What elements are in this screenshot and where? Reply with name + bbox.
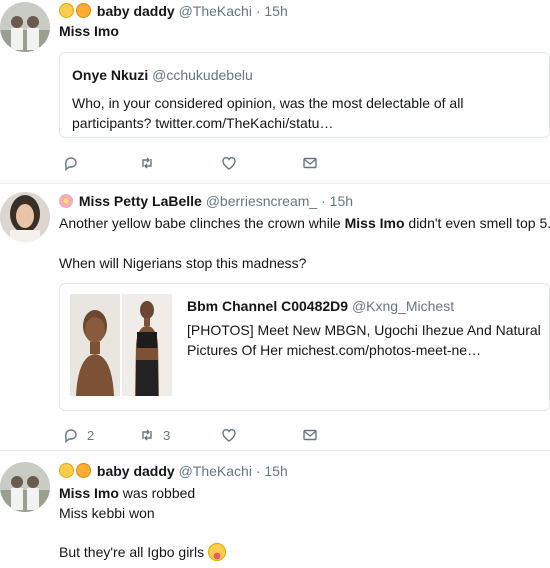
tweet-text-part: didn't even smell top 5. <box>404 215 550 231</box>
author-handle[interactable]: @TheKachi <box>179 463 252 479</box>
timestamp[interactable]: 15h <box>330 193 353 209</box>
tweet-text: Miss Imo <box>59 23 119 39</box>
tongue-emoji-icon <box>207 543 226 561</box>
tweet-text-part: Another yellow babe clinches the crown w… <box>59 215 345 231</box>
author-name[interactable]: baby daddy <box>97 463 175 479</box>
reply-icon <box>64 429 77 443</box>
card-image <box>70 294 120 396</box>
retweet-count: 3 <box>163 427 171 443</box>
tweet-text-line: When will Nigerians stop this madness? <box>59 255 307 271</box>
face-emoji-icon <box>76 3 91 18</box>
retweet-icon <box>142 429 152 441</box>
message-icon <box>303 157 317 169</box>
retweet-button[interactable] <box>139 153 163 173</box>
card-source-handle: @Kxng_Michest <box>351 298 455 314</box>
tweet[interactable]: baby daddy @TheKachi · 15h Miss Imo Onye… <box>0 0 550 184</box>
message-button[interactable] <box>302 153 318 173</box>
flower-emoji-icon <box>59 194 73 208</box>
tweet-text: Miss Imo was robbed <box>59 483 195 503</box>
separator: · <box>317 193 330 209</box>
message-icon <box>303 429 317 441</box>
like-icon <box>222 429 236 442</box>
face-emoji-icon <box>59 3 74 18</box>
tweet-text-part: was robbed <box>118 485 196 501</box>
reply-count: 2 <box>87 427 95 443</box>
retweet-icon <box>142 157 152 169</box>
like-icon <box>222 157 236 170</box>
card-image <box>122 294 172 396</box>
link-card[interactable]: Bbm Channel C00482D9 @Kxng_Michest [PHOT… <box>59 283 550 411</box>
tweet-text-line: Miss kebbi won <box>59 505 155 521</box>
separator: · <box>251 463 265 479</box>
card-source-name: Bbm Channel C00482D9 <box>187 298 349 314</box>
reply-button[interactable]: 2 <box>63 425 94 445</box>
author-handle[interactable]: @TheKachi <box>179 3 252 19</box>
quoted-author-handle: @cchukudebelu <box>152 67 253 83</box>
tweet-actions <box>59 153 329 173</box>
tweet-actions: 2 3 <box>59 425 329 445</box>
tweet-text-highlight: Miss Imo <box>344 215 405 231</box>
avatar[interactable] <box>0 2 50 52</box>
tweet-header: Miss Petty LaBelle @berriesncream_ · 15h <box>59 191 353 211</box>
tweet-header: baby daddy @TheKachi · 15h <box>59 461 288 481</box>
message-button[interactable] <box>302 425 318 445</box>
separator: · <box>251 3 265 19</box>
face-emoji-icon <box>59 463 74 478</box>
timestamp[interactable]: 15h <box>264 3 287 19</box>
avatar[interactable] <box>0 192 50 242</box>
author-name[interactable]: Miss Petty LaBelle <box>79 193 202 209</box>
tweet-text-line: But they're all Igbo girls <box>59 542 228 562</box>
avatar[interactable] <box>0 462 50 512</box>
tweet-text-part: But they're all Igbo girls <box>59 544 205 560</box>
quoted-author-name: Onye Nkuzi <box>72 67 149 83</box>
retweet-button[interactable]: 3 <box>139 425 170 445</box>
quoted-header: Onye Nkuzi @cchukudebelu <box>72 65 253 85</box>
card-title: Bbm Channel C00482D9 @Kxng_Michest <box>187 296 454 316</box>
face-emoji-icon <box>76 463 91 478</box>
card-description: [PHOTOS] Meet New MBGN, Ugochi Ihezue An… <box>187 322 541 358</box>
tweet-text: Another yellow babe clinches the crown w… <box>59 213 550 233</box>
like-button[interactable] <box>221 425 245 445</box>
reply-icon <box>64 157 77 171</box>
tweet-text-highlight: Miss Imo <box>59 485 119 501</box>
reply-button[interactable] <box>63 153 87 173</box>
author-name[interactable]: baby daddy <box>97 3 175 19</box>
tweet-header: baby daddy @TheKachi · 15h <box>59 1 288 21</box>
quoted-tweet[interactable]: Onye Nkuzi @cchukudebelu Who, in your co… <box>59 52 550 138</box>
timestamp[interactable]: 15h <box>264 463 287 479</box>
like-button[interactable] <box>221 153 245 173</box>
timeline: baby daddy @TheKachi · 15h Miss Imo Onye… <box>0 0 550 568</box>
author-handle[interactable]: @berriesncream_ <box>206 193 317 209</box>
quoted-text: Who, in your considered opinion, was the… <box>72 95 464 131</box>
